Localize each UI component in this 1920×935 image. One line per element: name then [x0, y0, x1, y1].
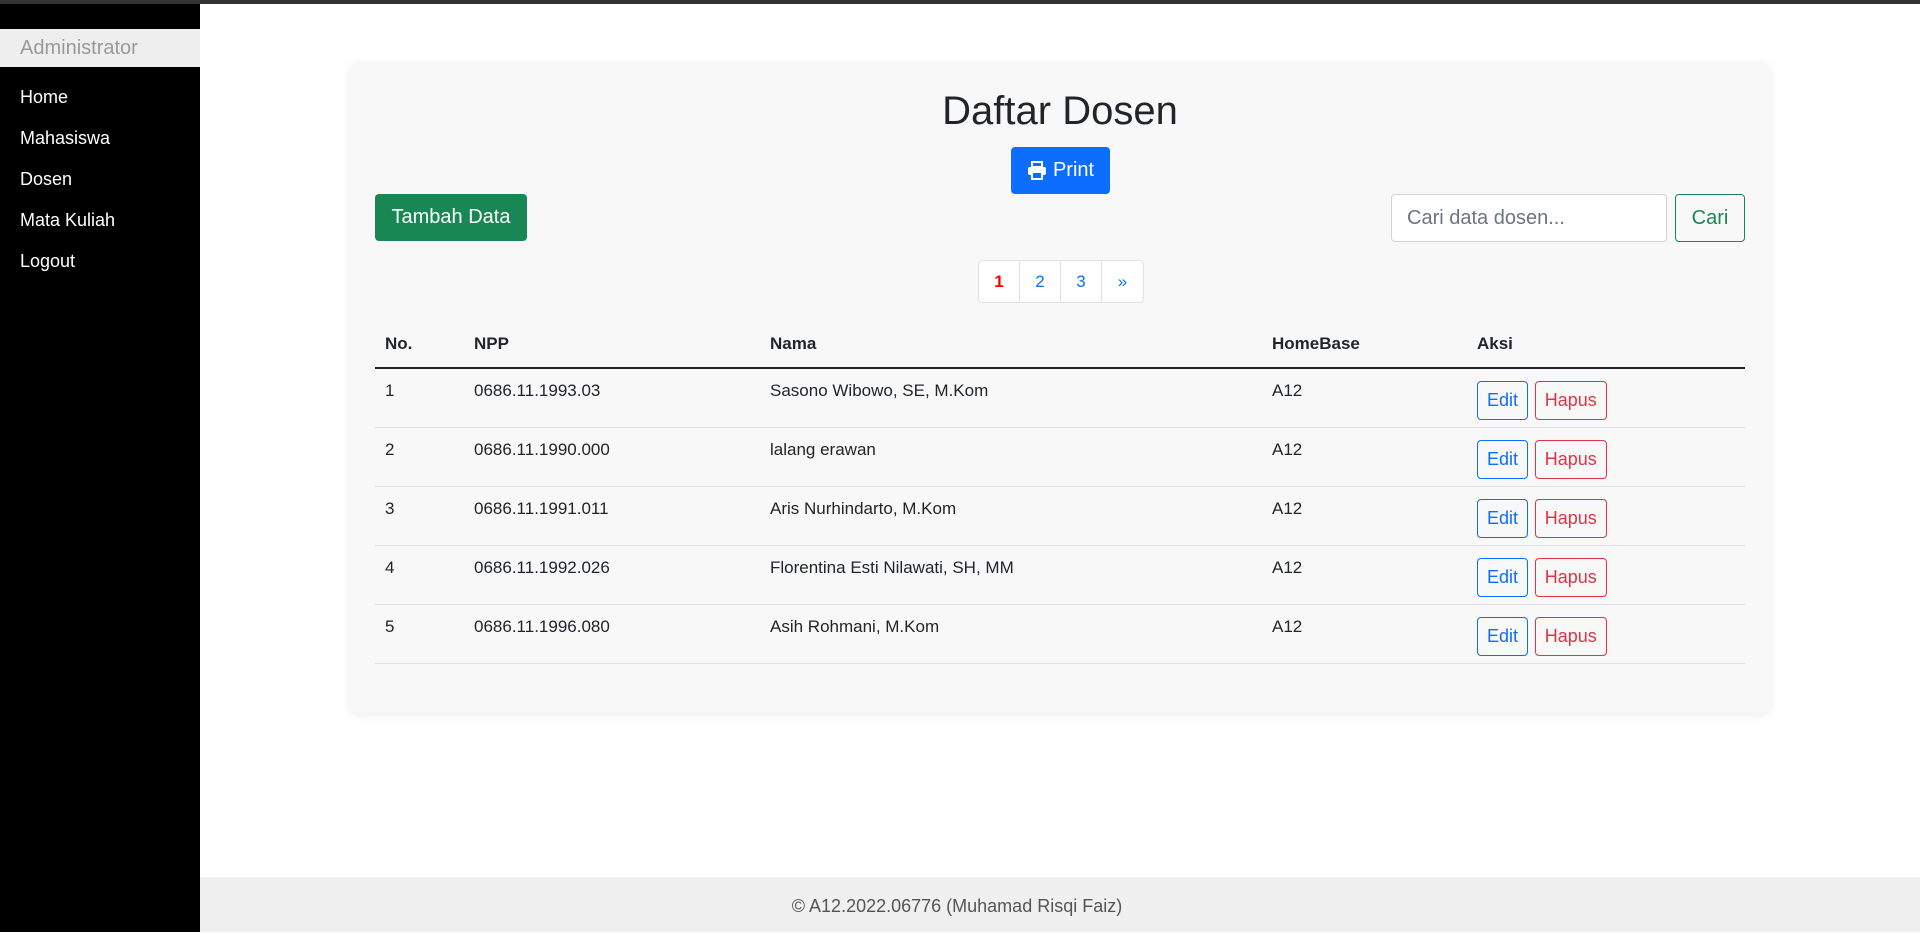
- cell-aksi: Edit Hapus: [1467, 545, 1745, 605]
- cell-aksi: Edit Hapus: [1467, 368, 1745, 428]
- cell-nama: Florentina Esti Nilawati, SH, MM: [760, 545, 1262, 605]
- cell-aksi: Edit Hapus: [1467, 427, 1745, 487]
- delete-button[interactable]: Hapus: [1534, 498, 1607, 538]
- add-data-button[interactable]: Tambah Data: [375, 194, 527, 241]
- table-row: 1 0686.11.1993.03 Sasono Wibowo, SE, M.K…: [375, 368, 1745, 428]
- edit-button[interactable]: Edit: [1477, 439, 1529, 479]
- delete-button[interactable]: Hapus: [1534, 557, 1607, 597]
- pagination: 1 2 3 »: [978, 260, 1144, 303]
- cell-homebase: A12: [1262, 486, 1467, 546]
- table-header-row: No. NPP Nama HomeBase Aksi: [375, 320, 1745, 369]
- cell-npp: 0686.11.1992.026: [464, 545, 760, 605]
- delete-button[interactable]: Hapus: [1534, 439, 1607, 479]
- search-input[interactable]: [1391, 194, 1667, 242]
- sidebar-nav: Home Mahasiswa Dosen Mata Kuliah Logout: [0, 77, 200, 282]
- cell-no: 2: [375, 427, 464, 487]
- sidebar-item-mata-kuliah[interactable]: Mata Kuliah: [0, 200, 200, 241]
- cell-npp: 0686.11.1990.000: [464, 427, 760, 487]
- table-row: 4 0686.11.1992.026 Florentina Esti Nilaw…: [375, 545, 1745, 605]
- header-aksi: Aksi: [1467, 320, 1745, 369]
- edit-button[interactable]: Edit: [1477, 616, 1529, 656]
- edit-button[interactable]: Edit: [1477, 498, 1529, 538]
- edit-button[interactable]: Edit: [1477, 381, 1529, 420]
- cell-no: 3: [375, 486, 464, 546]
- footer-text: © A12.2022.06776 (Muhamad Risqi Faiz): [791, 896, 1123, 916]
- page-link-next[interactable]: »: [1102, 261, 1143, 302]
- page-title: Daftar Dosen: [942, 89, 1178, 133]
- table-row: 3 0686.11.1991.011 Aris Nurhindarto, M.K…: [375, 486, 1745, 546]
- delete-button[interactable]: Hapus: [1534, 381, 1607, 420]
- header-nama: Nama: [760, 320, 1262, 369]
- sidebar: Administrator Home Mahasiswa Dosen Mata …: [0, 4, 200, 932]
- header-no: No.: [375, 320, 464, 369]
- cell-nama: lalang erawan: [760, 427, 1262, 487]
- header-homebase: HomeBase: [1262, 320, 1467, 369]
- cell-homebase: A12: [1262, 545, 1467, 605]
- header-npp: NPP: [464, 320, 760, 369]
- cell-npp: 0686.11.1996.080: [464, 604, 760, 664]
- cell-no: 1: [375, 368, 464, 428]
- cell-homebase: A12: [1262, 368, 1467, 428]
- page-link-1[interactable]: 1: [979, 261, 1020, 302]
- print-label: Print: [1052, 159, 1095, 181]
- cell-homebase: A12: [1262, 604, 1467, 664]
- page-link-3[interactable]: 3: [1061, 261, 1102, 302]
- sidebar-item-logout[interactable]: Logout: [0, 241, 200, 282]
- sidebar-brand: Administrator: [0, 29, 200, 67]
- table-row: 2 0686.11.1990.000 lalang erawan A12 Edi…: [375, 427, 1745, 487]
- print-button[interactable]: Print: [1011, 147, 1110, 194]
- search-button[interactable]: Cari: [1675, 194, 1745, 242]
- dosen-table: No. NPP Nama HomeBase Aksi 1 0686.11.199…: [375, 320, 1745, 664]
- main-card: Daftar Dosen Print Tambah Data Cari 1 2 …: [350, 63, 1770, 713]
- cell-nama: Asih Rohmani, M.Kom: [760, 604, 1262, 664]
- delete-button[interactable]: Hapus: [1534, 616, 1607, 656]
- sidebar-item-home[interactable]: Home: [0, 77, 200, 118]
- printer-icon: [1027, 161, 1046, 180]
- cell-aksi: Edit Hapus: [1467, 604, 1745, 664]
- page-link-2[interactable]: 2: [1020, 261, 1061, 302]
- cell-npp: 0686.11.1993.03: [464, 368, 760, 428]
- cell-homebase: A12: [1262, 427, 1467, 487]
- edit-button[interactable]: Edit: [1477, 557, 1529, 597]
- cell-nama: Sasono Wibowo, SE, M.Kom: [760, 368, 1262, 428]
- table-row: 5 0686.11.1996.080 Asih Rohmani, M.Kom A…: [375, 604, 1745, 664]
- sidebar-item-dosen[interactable]: Dosen: [0, 159, 200, 200]
- cell-no: 4: [375, 545, 464, 605]
- cell-aksi: Edit Hapus: [1467, 486, 1745, 546]
- sidebar-item-mahasiswa[interactable]: Mahasiswa: [0, 118, 200, 159]
- cell-nama: Aris Nurhindarto, M.Kom: [760, 486, 1262, 546]
- top-border: [0, 0, 1920, 4]
- cell-npp: 0686.11.1991.011: [464, 486, 760, 546]
- footer: © A12.2022.06776 (Muhamad Risqi Faiz): [200, 877, 1920, 932]
- cell-no: 5: [375, 604, 464, 664]
